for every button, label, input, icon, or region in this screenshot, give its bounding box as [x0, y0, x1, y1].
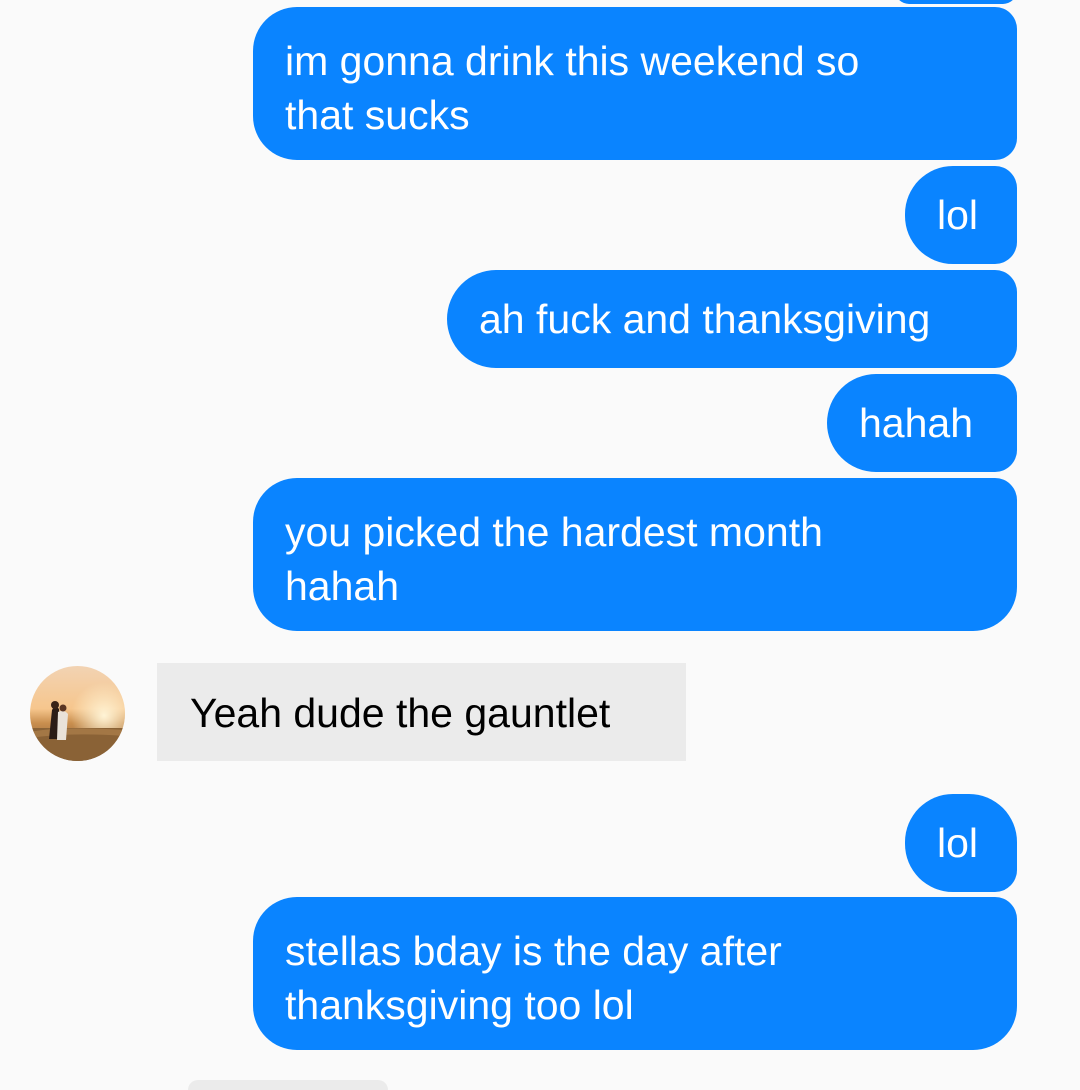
outgoing-message-bubble[interactable]: lol	[905, 166, 1017, 264]
next-message-bubble-edge	[188, 1080, 388, 1090]
outgoing-message-bubble[interactable]: stellas bday is the day after thanksgivi…	[253, 897, 1017, 1050]
incoming-message-bubble[interactable]: Yeah dude the gauntlet	[157, 663, 686, 761]
contact-avatar-photo	[30, 666, 125, 761]
outgoing-message-bubble[interactable]: ah fuck and thanksgiving	[447, 270, 1017, 368]
outgoing-message-bubble[interactable]: lol	[905, 794, 1017, 892]
outgoing-message-bubble[interactable]: im gonna drink this weekend so that suck…	[253, 7, 1017, 160]
message-thread[interactable]: im gonna drink this weekend so that suck…	[0, 0, 1080, 1090]
outgoing-message-bubble[interactable]: hahah	[827, 374, 1017, 472]
outgoing-message-bubble[interactable]: you picked the hardest month hahah	[253, 478, 1017, 631]
previous-message-bubble-edge	[895, 0, 1017, 4]
contact-avatar[interactable]	[30, 666, 125, 761]
